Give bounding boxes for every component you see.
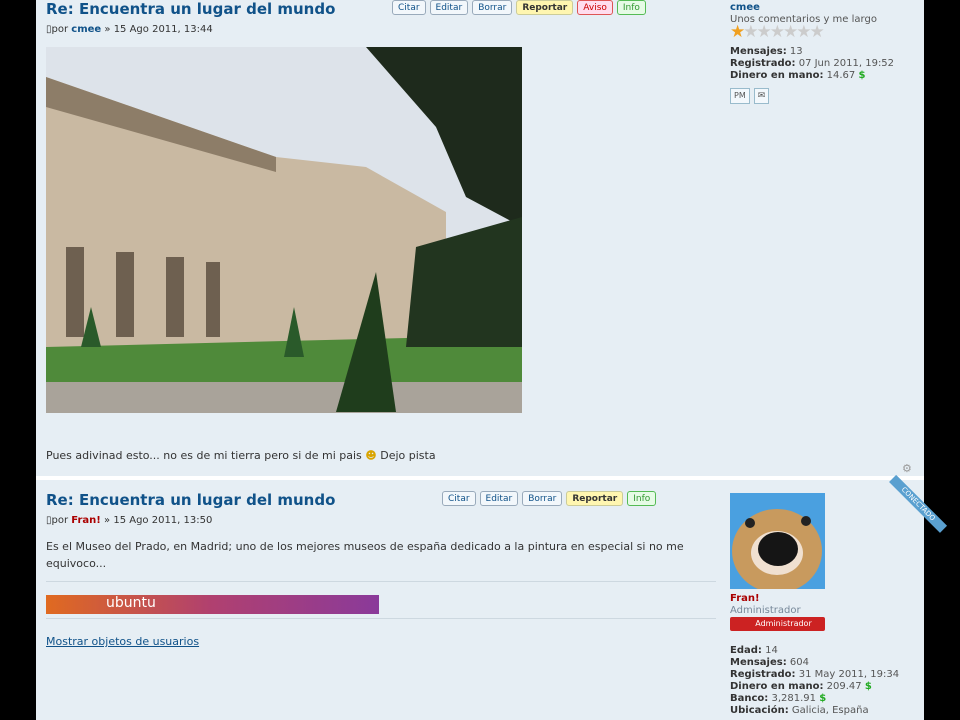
info-button[interactable]: Info (616, 0, 646, 15)
user-profile: cmee Unos comentarios y me largo ★★★★★★★… (730, 2, 894, 104)
delete-button[interactable]: Borrar (522, 491, 563, 506)
report-button[interactable]: Reportar (566, 491, 624, 506)
report-button[interactable]: Reportar (516, 0, 574, 15)
top-icon[interactable]: ⚙ (902, 462, 912, 475)
author-link[interactable]: Fran! (71, 515, 101, 526)
avatar[interactable] (730, 493, 825, 593)
edit-button[interactable]: Editar (479, 491, 519, 506)
profile-rank: Administrador (730, 605, 801, 616)
quote-button[interactable]: Citar (442, 491, 476, 506)
delete-button[interactable]: Borrar (472, 0, 513, 15)
post-body: Es el Museo del Prado, en Madrid; uno de… (46, 540, 684, 570)
smiley-icon: ☻ (365, 449, 377, 462)
signature-banner: ubuntu (46, 595, 379, 614)
rank-stars: ★★★★★★★ (730, 22, 825, 42)
post-title[interactable]: Re: Encuentra un lugar del mundo (46, 491, 335, 509)
post-actions: Citar Editar Borrar Reportar Aviso Info (392, 0, 646, 15)
email-icon[interactable]: ✉ (753, 88, 770, 104)
post-actions: Citar Editar Borrar Reportar Info (442, 491, 657, 506)
profile-name[interactable]: Fran! (730, 593, 899, 605)
forum-page: Re: Encuentra un lugar del mundo ▯por cm… (36, 0, 948, 720)
show-user-items-link[interactable]: Mostrar objetos de usuarios (46, 635, 199, 648)
post-meta: ▯por cmee » 15 Ago 2011, 13:44 (46, 24, 213, 35)
post-title[interactable]: Re: Encuentra un lugar del mundo (46, 0, 335, 18)
pm-icon[interactable]: PM (730, 88, 750, 104)
profile-name[interactable]: cmee (730, 2, 894, 14)
post-2: Re: Encuentra un lugar del mundo ▯por Fr… (36, 474, 948, 720)
info-button[interactable]: Info (627, 491, 657, 506)
warn-button[interactable]: Aviso (577, 0, 613, 15)
museum-photo (46, 47, 522, 413)
quote-button[interactable]: Citar (392, 0, 426, 15)
admin-badge: Administrador (730, 617, 825, 631)
post-body: Pues adivinad esto... no es de mi tierra… (46, 449, 436, 462)
post-1: Re: Encuentra un lugar del mundo ▯por cm… (36, 0, 924, 480)
edit-button[interactable]: Editar (429, 0, 469, 15)
user-profile: Fran! Administrador Administrador Edad: … (730, 493, 899, 717)
author-link[interactable]: cmee (71, 24, 101, 35)
post-meta: ▯por Fran! » 15 Ago 2011, 13:50 (46, 515, 213, 526)
